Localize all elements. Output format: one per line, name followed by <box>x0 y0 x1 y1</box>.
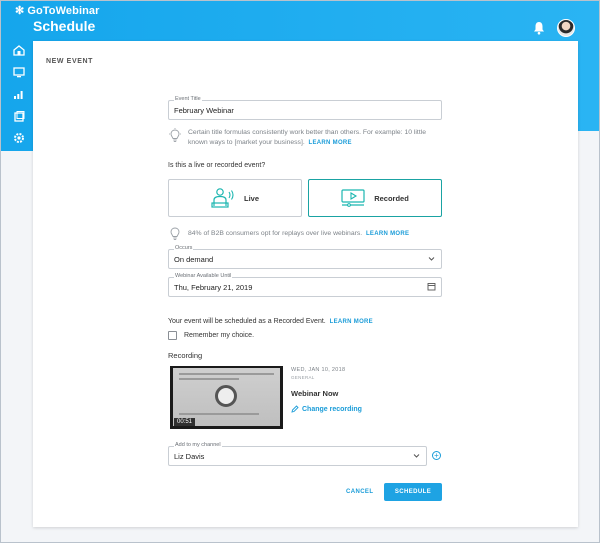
recording-category: GENERAL <box>291 375 315 380</box>
event-title-label: Event Title <box>174 96 202 102</box>
schedule-note: Your event will be scheduled as a Record… <box>168 318 373 325</box>
type-tip-learn-more-link[interactable]: LEARN MORE <box>366 231 409 237</box>
recorded-option-label: Recorded <box>374 193 409 203</box>
schedule-note-learn-more-link[interactable]: LEARN MORE <box>330 319 373 325</box>
card-heading: NEW EVENT <box>46 58 94 65</box>
event-title-value: February Webinar <box>174 106 234 115</box>
type-tip-text: 84% of B2B consumers opt for replays ove… <box>188 226 409 242</box>
live-option[interactable]: Live <box>168 179 302 217</box>
recording-name: Webinar Now <box>291 389 339 398</box>
calendar-icon[interactable] <box>427 282 436 291</box>
schedule-note-emphasis: Recorded Event. <box>273 318 326 325</box>
occurs-label: Occurs <box>174 245 194 251</box>
recordings-icon[interactable] <box>11 109 27 123</box>
type-tip: 84% of B2B consumers opt for replays ove… <box>168 226 442 242</box>
side-nav <box>11 43 27 145</box>
event-title-field[interactable]: Event Title February Webinar <box>168 96 442 120</box>
channel-value: Liz Davis <box>174 452 205 461</box>
available-until-date-field[interactable]: Webinar Available Until Thu, February 21… <box>168 273 442 297</box>
chevron-down-icon <box>413 454 420 458</box>
channel-select[interactable]: Add to my channel Liz Davis <box>168 442 427 466</box>
topbar-actions <box>533 19 575 37</box>
channel-label: Add to my channel <box>174 442 222 448</box>
remember-checkbox[interactable] <box>168 331 177 340</box>
schedule-button[interactable]: SCHEDULE <box>384 483 442 501</box>
change-recording-link[interactable]: Change recording <box>291 405 362 413</box>
title-tip-body: Certain title formulas consistently work… <box>188 129 426 146</box>
analytics-icon[interactable] <box>11 87 27 101</box>
new-event-card: NEW EVENT Event Title February Webinar C… <box>33 41 578 527</box>
cancel-button[interactable]: CANCEL <box>346 489 373 495</box>
app-logo: ✻ GoToWebinar <box>15 4 100 18</box>
recorded-video-icon <box>341 189 365 207</box>
event-type-question: Is this a live or recorded event? <box>168 162 266 169</box>
recording-thumbnail[interactable]: 00:51 <box>170 366 283 429</box>
title-tip-learn-more-link[interactable]: LEARN MORE <box>309 140 352 146</box>
lightbulb-icon <box>170 227 180 240</box>
recording-heading: Recording <box>168 351 203 360</box>
recorded-option[interactable]: Recorded <box>308 179 442 217</box>
change-recording-label: Change recording <box>302 405 362 413</box>
avatar[interactable] <box>557 19 575 37</box>
logo-text: GoToWebinar <box>27 4 100 17</box>
thumb-line <box>179 378 239 380</box>
recording-duration: 00:51 <box>174 418 196 426</box>
recording-date: WED, JAN 10, 2018 <box>291 367 346 373</box>
available-until-value: Thu, February 21, 2019 <box>174 283 253 292</box>
settings-icon[interactable] <box>11 131 27 145</box>
snowflake-icon: ✻ <box>15 5 25 17</box>
live-presenter-icon <box>211 188 234 208</box>
lightbulb-icon <box>169 128 181 142</box>
type-tip-body: 84% of B2B consumers opt for replays ove… <box>188 230 363 237</box>
page-title: Schedule <box>33 18 96 34</box>
thumb-line <box>179 373 274 375</box>
title-tip: Certain title formulas consistently work… <box>168 128 442 148</box>
thumb-line <box>179 413 259 415</box>
remember-choice[interactable]: Remember my choice. <box>168 331 254 340</box>
app-window: ✻ GoToWebinar Schedule NEW EVENT Event T… <box>0 0 600 543</box>
chevron-down-icon <box>428 257 435 261</box>
remember-label: Remember my choice. <box>184 332 255 339</box>
add-channel-icon[interactable]: + <box>432 451 441 460</box>
schedule-note-prefix: Your event will be scheduled as a <box>168 318 274 325</box>
occurs-value: On demand <box>174 255 214 264</box>
monitor-icon[interactable] <box>11 65 27 79</box>
bell-icon[interactable] <box>533 21 545 35</box>
thumbnail-disc <box>215 385 237 407</box>
occurs-select[interactable]: Occurs On demand <box>168 245 442 269</box>
pencil-icon <box>291 405 299 413</box>
live-option-label: Live <box>243 193 259 203</box>
title-tip-text: Certain title formulas consistently work… <box>188 128 442 148</box>
recording-meta: WED, JAN 10, 2018 GENERAL Webinar Now Ch… <box>291 367 362 413</box>
home-icon[interactable] <box>11 43 27 57</box>
available-until-label: Webinar Available Until <box>174 273 233 279</box>
